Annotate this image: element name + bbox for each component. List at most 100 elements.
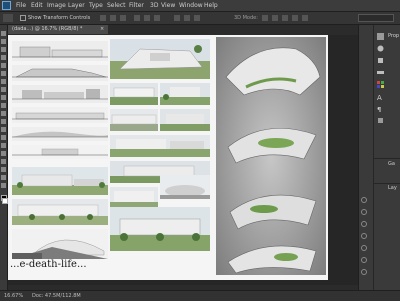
path-select-tool-icon[interactable] (1, 159, 6, 164)
eye-icon[interactable] (361, 245, 367, 251)
distribute-icon[interactable] (194, 15, 200, 21)
tools-panel (0, 25, 8, 290)
close-icon[interactable]: × (100, 26, 104, 33)
paragraph-icon[interactable]: ¶ (377, 105, 384, 112)
dodge-tool-icon[interactable] (1, 135, 6, 140)
properties-icon[interactable] (377, 33, 384, 40)
stamp-tool-icon[interactable] (1, 95, 6, 100)
elevation-drawing (12, 65, 108, 81)
align-top-icon[interactable] (100, 15, 106, 21)
elevation-drawing (12, 85, 108, 103)
menu-help[interactable]: Help (204, 1, 218, 10)
menu-layer[interactable]: Layer (68, 1, 85, 10)
svg-text:A: A (377, 94, 382, 100)
align-left-icon[interactable] (134, 15, 140, 21)
document-tab[interactable]: (dada...) @ 16.7% (RGB/8) * × (8, 25, 108, 34)
street-render (110, 109, 158, 131)
swatches-icon[interactable] (377, 81, 384, 88)
move-tool-preset[interactable] (3, 14, 13, 22)
eye-icon[interactable] (361, 197, 367, 203)
tool-presets-icon[interactable] (377, 117, 384, 124)
elevation-drawing (12, 127, 108, 141)
history-brush-icon[interactable] (1, 103, 6, 108)
document-sheet: ...e-death-life... (8, 35, 328, 280)
3d-rotate-icon[interactable] (262, 15, 268, 21)
app-logo[interactable] (2, 1, 11, 10)
blur-tool-icon[interactable] (1, 127, 6, 132)
document-tab-title: (dada...) @ 16.7% (RGB/8) * (12, 26, 83, 32)
menu-file[interactable]: File (16, 1, 26, 10)
eyedropper-tool-icon[interactable] (1, 71, 6, 76)
shape-tool-icon[interactable] (1, 167, 6, 172)
3d-slide-icon[interactable] (292, 15, 298, 21)
align-right-icon[interactable] (154, 15, 160, 21)
eye-icon[interactable] (361, 209, 367, 215)
right-panels: Prop A ¶ Ga Lay (358, 25, 400, 290)
menu-type[interactable]: Type (89, 1, 103, 10)
crop-tool-icon[interactable] (1, 63, 6, 68)
3d-mode-label: 3D Mode: (234, 15, 258, 21)
brush-icon[interactable] (377, 45, 384, 52)
move-tool-icon[interactable] (1, 31, 6, 36)
options-bar: Show Transform Controls 3D Mode: (0, 12, 400, 25)
street-render (160, 83, 210, 105)
menu-edit[interactable]: Edit (31, 1, 43, 10)
align-middle-icon[interactable] (110, 15, 116, 21)
eye-icon[interactable] (361, 257, 367, 263)
distribute-icon[interactable] (184, 15, 190, 21)
menu-window[interactable]: Window (179, 1, 203, 10)
layers-panel-label[interactable]: Lay (388, 185, 397, 192)
brush-tool-icon[interactable] (1, 87, 6, 92)
align-center-icon[interactable] (144, 15, 150, 21)
workspace-selector[interactable] (358, 14, 394, 22)
perspective-render (12, 199, 108, 225)
menu-bar: File Edit Image Layer Type Select Filter… (0, 0, 400, 12)
eye-icon[interactable] (361, 269, 367, 275)
character-icon[interactable]: A (377, 93, 384, 100)
adjustments-icon[interactable] (377, 69, 384, 76)
gradient-tool-icon[interactable] (1, 119, 6, 124)
3d-roll-icon[interactable] (272, 15, 278, 21)
eye-icon[interactable] (361, 233, 367, 239)
healing-tool-icon[interactable] (1, 79, 6, 84)
show-transform-checkbox[interactable] (20, 15, 26, 21)
perspective-render (110, 207, 210, 251)
panel-divider (374, 183, 400, 184)
masterplan-axonometric-panel (216, 37, 326, 275)
panel-label[interactable]: Ga (388, 161, 395, 168)
type-tool-icon[interactable] (1, 151, 6, 156)
menu-view[interactable]: View (161, 1, 175, 10)
stamp-icon[interactable] (377, 57, 384, 64)
street-render (110, 135, 210, 157)
canvas-area[interactable]: ...e-death-life... (8, 35, 358, 285)
plaza-render (160, 175, 210, 199)
perspective-render (12, 167, 108, 195)
zoom-tool-icon[interactable] (1, 183, 6, 188)
3d-scale-icon[interactable] (302, 15, 308, 21)
elevation-drawing (12, 41, 108, 61)
eraser-tool-icon[interactable] (1, 111, 6, 116)
zoom-level[interactable]: 16.67% (4, 292, 23, 300)
pen-tool-icon[interactable] (1, 143, 6, 148)
align-bottom-icon[interactable] (120, 15, 126, 21)
distribute-icon[interactable] (174, 15, 180, 21)
elevation-drawing (12, 145, 108, 159)
hand-tool-icon[interactable] (1, 175, 6, 180)
street-render (110, 83, 158, 105)
aerial-render (110, 39, 210, 79)
street-render (160, 109, 210, 131)
menu-select[interactable]: Select (107, 1, 126, 10)
lasso-tool-icon[interactable] (1, 47, 6, 52)
quick-select-tool-icon[interactable] (1, 55, 6, 60)
doc-size: Doc: 47.5M/112.8M (32, 293, 81, 299)
street-render (110, 187, 158, 209)
sheet-title: ...e-death-life... (10, 259, 87, 270)
menu-3d[interactable]: 3D (150, 1, 158, 10)
3d-pan-icon[interactable] (282, 15, 288, 21)
menu-image[interactable]: Image (47, 1, 66, 10)
properties-panel-label[interactable]: Prop (388, 33, 399, 40)
marquee-tool-icon[interactable] (1, 39, 6, 44)
eye-icon[interactable] (361, 221, 367, 227)
menu-filter[interactable]: Filter (129, 1, 144, 10)
panel-divider (374, 158, 400, 159)
